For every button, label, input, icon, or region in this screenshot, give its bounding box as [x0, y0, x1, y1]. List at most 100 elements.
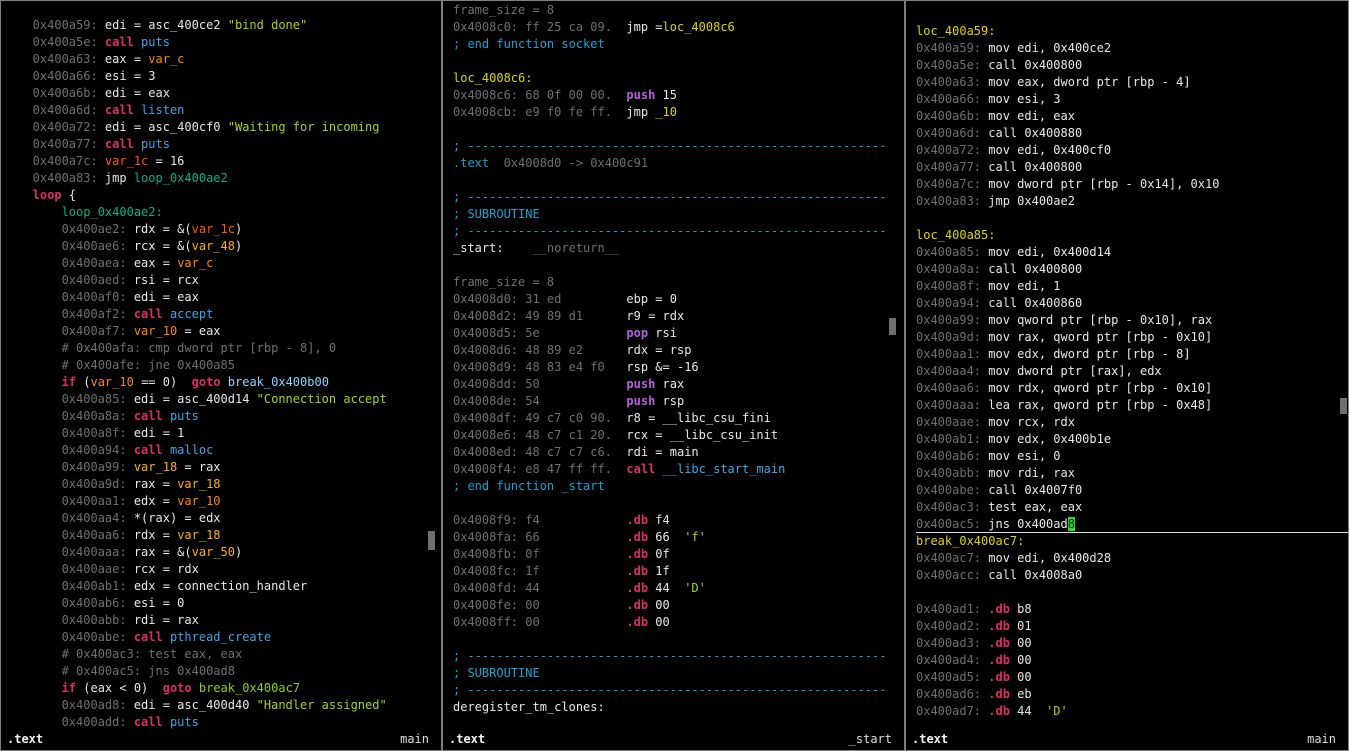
code-line: 0x400af2: call accept — [11, 306, 441, 323]
code-segment: var_18 — [177, 477, 220, 491]
code-segment: "Waiting for incoming — [228, 120, 380, 134]
code-line: 0x400ae6: rcx = &(var_48) — [11, 238, 441, 255]
code-segment: eb — [1010, 687, 1032, 701]
code-segment: var_10 — [90, 375, 133, 389]
code-segment: 'f' — [684, 530, 706, 544]
code-line: 0x400aa4: *(rax) = edx — [11, 510, 441, 527]
code-segment: 66 — [648, 530, 684, 544]
code-segment: pop — [626, 326, 648, 340]
code-segment: accept — [170, 307, 213, 321]
code-segment: edx = — [134, 494, 177, 508]
code-segment: if — [11, 375, 76, 389]
code-line: 0x400a7c: var_1c = 16 — [11, 153, 441, 170]
code-line: 0x400aa4: mov dword ptr [rax], edx — [916, 363, 1348, 380]
code-segment: = 16 — [148, 154, 184, 168]
code-segment: 0x4008d6: 48 89 e2 — [453, 343, 626, 357]
code-segment: 0x400ab1: — [11, 579, 134, 593]
code-segment: 0x400af7: — [11, 324, 134, 338]
code-line — [916, 210, 1348, 227]
code-line: 0x400acc: call 0x4008a0 — [916, 567, 1348, 584]
code-segment: puts — [141, 137, 170, 151]
code-segment: 0x400aed: — [11, 273, 134, 287]
code-segment: loc_4008c6: — [453, 71, 532, 85]
code-segment: 0x4008dd: 50 — [453, 377, 626, 391]
code-segment: 0x400a99: — [916, 313, 988, 327]
code-line: 0x400a83: jmp 0x400ae2 — [916, 193, 1348, 210]
code-line: 0x400a59: edi = asc_400ce2 "bind done" — [11, 17, 441, 34]
code-segment: 0x400a94: — [11, 443, 134, 457]
code-segment: = rax — [177, 460, 220, 474]
panel-pseudocode-main[interactable]: 0x400a59: edi = asc_400ce2 "bind done" 0… — [1, 1, 441, 750]
code-segment: puts — [141, 35, 170, 49]
code-segment: 0x400aaa: — [11, 545, 134, 559]
code-segment: 0x400a7c: — [11, 154, 105, 168]
code-segment: call — [134, 443, 170, 457]
code-line: 0x400a66: esi = 3 — [11, 68, 441, 85]
code-segment: loc_400a85: — [916, 228, 995, 242]
code-segment: 0x400a6d: — [916, 126, 988, 140]
code-segment: 0x4008fb: 0f — [453, 547, 626, 561]
scrollbar-thumb[interactable] — [428, 531, 435, 550]
code-line: ; SUBROUTINE — [453, 206, 904, 223]
code-segment: rdi = rax — [134, 613, 199, 627]
code-segment: 0x4008d0 -> 0x400c91 — [504, 156, 649, 170]
code-line: 0x400a99: mov qword ptr [rbp - 0x10], ra… — [916, 312, 1348, 329]
code-segment: ( — [76, 375, 90, 389]
code-segment: ) — [235, 239, 242, 253]
panel-disassembly-start[interactable]: frame_size = 80x4008c0: ff 25 ca 09. jmp… — [443, 1, 904, 750]
code-segment: 0x400ac5: — [916, 517, 988, 531]
code-segment: __libc_start_main — [663, 462, 786, 476]
code-line: _start: __noreturn__ — [453, 240, 904, 257]
code-line: 0x400a7c: mov dword ptr [rbp - 0x14], 0x… — [916, 176, 1348, 193]
code-line: 0x400abb: mov rdi, rax — [916, 465, 1348, 482]
code-line: loc_4008c6: — [453, 70, 904, 87]
code-line: 0x400a8a: call 0x400800 — [916, 261, 1348, 278]
code-line: .text 0x4008d0 -> 0x400c91 — [453, 155, 904, 172]
code-line: 0x400a63: eax = var_c — [11, 51, 441, 68]
code-line: # 0x400ac5: jns 0x400ad8 — [11, 663, 441, 680]
code-segment: mov qword ptr [rbp - 0x10], rax — [988, 313, 1212, 327]
code-segment: .db — [626, 581, 648, 595]
code-line: loc_400a59: — [916, 23, 1348, 40]
code-line: 0x400a8f: mov edi, 1 — [916, 278, 1348, 295]
code-line: 0x4008f9: f4 .db f4 — [453, 512, 904, 529]
code-segment: .db — [626, 598, 648, 612]
code-segment: loop — [11, 188, 62, 202]
code-segment: pthread_create — [170, 630, 271, 644]
code-line: 0x400a5e: call 0x400800 — [916, 57, 1348, 74]
code-segment: 0x4008fc: 1f — [453, 564, 626, 578]
scrollbar-thumb[interactable] — [1340, 398, 1347, 414]
code-segment: call 0x400800 — [988, 160, 1082, 174]
code-segment: mov edx, dword ptr [rbp - 8] — [988, 347, 1190, 361]
code-segment — [221, 375, 228, 389]
code-line: 0x400abe: call 0x4007f0 — [916, 482, 1348, 499]
code-segment: ; --------------------------------------… — [453, 224, 886, 238]
code-line: 0x4008de: 54 push rsp — [453, 393, 904, 410]
code-segment: 0x400ad2: — [916, 619, 988, 633]
code-segment: call — [134, 715, 170, 729]
code-line: 0x400a85: edi = asc_400d14 "Connection a… — [11, 391, 441, 408]
code-line: 0x400ad4: .db 00 — [916, 652, 1348, 669]
panel-disassembly-main[interactable]: loc_400a59:0x400a59: mov edi, 0x400ce20x… — [906, 1, 1348, 750]
code-segment: call — [626, 462, 662, 476]
code-segment: 0x400add: — [11, 715, 134, 729]
code-segment: goto — [163, 681, 192, 695]
code-line: 0x4008d6: 48 89 e2 rdx = rsp — [453, 342, 904, 359]
code-segment: loc_4008c6 — [663, 20, 735, 34]
code-segment: 0x400ac7: — [916, 551, 988, 565]
code-line: 0x400aae: mov rcx, rdx — [916, 414, 1348, 431]
code-line — [453, 121, 904, 138]
code-segment: var_50 — [192, 545, 235, 559]
code-segment: ) — [235, 222, 242, 236]
plasma-disassembler-window: 0x400a59: edi = asc_400ce2 "bind done" 0… — [0, 0, 1349, 751]
code-line: 0x4008f4: e8 47 ff ff. call __libc_start… — [453, 461, 904, 478]
scrollbar-thumb[interactable] — [889, 318, 896, 335]
code-segment: jmp = — [626, 20, 662, 34]
code-segment: mov rcx, rdx — [988, 415, 1075, 429]
code-line: 0x4008df: 49 c7 c0 90. r8 = __libc_csu_f… — [453, 410, 904, 427]
code-line — [453, 631, 904, 648]
code-line: 0x4008dd: 50 push rax — [453, 376, 904, 393]
code-segment: call 0x400880 — [988, 126, 1082, 140]
code-segment: 0x400a66: — [916, 92, 988, 106]
code-segment: deregister_tm_clones: — [453, 700, 605, 714]
